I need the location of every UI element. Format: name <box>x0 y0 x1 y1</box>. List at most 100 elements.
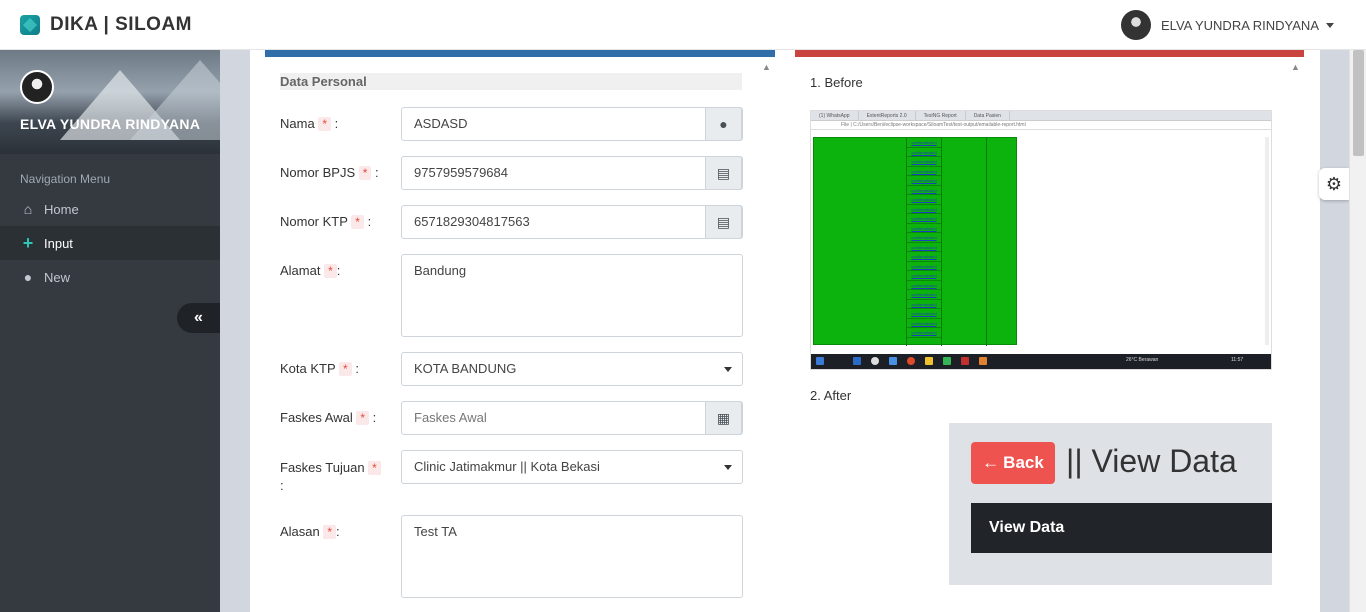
arrow-left-icon: ← <box>982 453 1000 472</box>
user-panel: ELVA YUNDRA RINDYANA <box>0 50 220 154</box>
screenshot-link-row: confirmationId <box>907 243 941 252</box>
screenshot-link-row: confirmationId <box>907 262 941 271</box>
gear-icon: ⚙ <box>1325 173 1343 194</box>
screenshot-report-table: confirmationId confirmationId confirmation… <box>813 137 1017 346</box>
sidebar-item-home[interactable]: ⌂ Home <box>0 192 220 226</box>
nama-label: Nama * : <box>280 116 339 131</box>
screenshot-divider <box>986 138 987 346</box>
screenshot-taskbar: 26°C Berawan 11:57 <box>811 354 1271 369</box>
chevron-down-icon <box>1326 22 1334 28</box>
screenshot-link-row: confirmationId <box>907 195 941 205</box>
taskbar-app-icon <box>943 357 951 365</box>
faskes-awal-field[interactable]: Faskes Awal ▦ <box>401 401 743 435</box>
screenshot-link-row: confirmationId <box>907 138 941 148</box>
alamat-label: Alamat *: <box>280 263 341 278</box>
screenshot-link-row: confirmationId <box>907 319 941 328</box>
screenshot-link-row: confirmationId <box>907 328 941 338</box>
taskbar-time: 11:57 <box>1231 357 1244 363</box>
nama-field[interactable]: ASDASD ● <box>401 107 743 141</box>
taskbar-app-icon <box>907 357 915 365</box>
page-scrollbar[interactable] <box>1349 50 1366 612</box>
after-screenshot: ← Back || View Data View Data <box>949 423 1272 585</box>
scrollbar-thumb[interactable] <box>1353 50 1364 156</box>
screenshot-link-row: confirmationId <box>907 186 941 195</box>
view-data-title: || View Data <box>1066 443 1237 479</box>
ktp-field[interactable]: 6571829304817563 ▤ <box>401 205 743 239</box>
hospital-icon: ▦ <box>705 401 742 435</box>
bpjs-field[interactable]: 9757959579684 ▤ <box>401 156 743 190</box>
user-menu[interactable]: ELVA YUNDRA RINDYANA <box>1121 10 1334 40</box>
section-title: Data Personal <box>280 73 742 90</box>
faskes-tujuan-label: Faskes Tujuan *: <box>280 459 381 495</box>
after-heading: 2. After <box>810 388 852 403</box>
alamat-textarea[interactable]: Bandung <box>401 254 743 337</box>
avatar <box>1121 10 1152 40</box>
taskbar-weather: 26°C Berawan <box>1126 357 1159 363</box>
screenshot-link-row: confirmationId <box>907 309 941 319</box>
taskbar-app-icon <box>871 357 879 365</box>
before-screenshot: (1) WhatsApp ExtentReports 2.0 TestNG Re… <box>810 110 1272 370</box>
bpjs-label: Nomor BPJS * : <box>280 165 379 180</box>
scroll-up-icon[interactable]: ▲ <box>1291 62 1300 72</box>
screenshot-scrollbar <box>1265 137 1269 345</box>
ktp-label: Nomor KTP * : <box>280 214 372 229</box>
screenshot-link-row: confirmationId <box>907 205 941 214</box>
sidebar-item-input[interactable]: + Input <box>0 226 220 260</box>
user-icon: ● <box>705 107 742 141</box>
screenshot-link-row: confirmationId <box>907 167 941 176</box>
taskbar-app-icon <box>889 357 897 365</box>
top-navbar: DIKA | SILOAM ELVA YUNDRA RINDYANA <box>0 0 1366 50</box>
home-icon: ⌂ <box>23 201 33 217</box>
brand-logo-icon <box>20 15 40 35</box>
sidebar-item-label: Input <box>44 235 73 251</box>
screenshot-link-row: confirmationId <box>907 214 941 224</box>
user-icon: ● <box>23 269 33 285</box>
sidebar-username: ELVA YUNDRA RINDYANA <box>20 116 201 132</box>
screenshot-link-row: confirmationId <box>907 290 941 300</box>
screenshot-link-row: confirmationId <box>907 300 941 309</box>
nav-header: Navigation Menu <box>20 172 111 186</box>
screenshot-link-row: confirmationId <box>907 252 941 262</box>
screenshot-link-row: confirmationId <box>907 224 941 233</box>
faskes-awal-label: Faskes Awal * : <box>280 410 377 425</box>
id-card-icon: ▤ <box>705 156 742 190</box>
screenshot-link-row: confirmationId <box>907 157 941 167</box>
screenshot-link-row: confirmationId <box>907 271 941 281</box>
sidebar: ELVA YUNDRA RINDYANA Navigation Menu ⌂ H… <box>0 50 220 612</box>
screenshot-url: File | C:/Users/Beni/eclipse-workspace/S… <box>811 121 1271 130</box>
view-data-bar: View Data <box>971 503 1272 553</box>
chevron-down-icon <box>724 465 732 470</box>
id-card-icon: ▤ <box>705 205 742 239</box>
card-accent-bar <box>265 50 775 57</box>
faskes-tujuan-select[interactable]: Clinic Jatimakmur || Kota Bekasi <box>401 450 743 484</box>
screenshot-browser-tabs: (1) WhatsApp ExtentReports 2.0 TestNG Re… <box>811 111 1271 121</box>
taskbar-app-icon <box>961 357 969 365</box>
scroll-up-icon[interactable]: ▲ <box>762 62 771 72</box>
sidebar-item-label: New <box>44 269 71 285</box>
before-heading: 1. Before <box>810 75 863 90</box>
screenshot-link-column: confirmationId confirmationId confirmation… <box>906 138 942 346</box>
kota-select[interactable]: KOTA BANDUNG <box>401 352 743 386</box>
brand-name: DIKA | SILOAM <box>50 14 192 35</box>
screenshot-link-row: confirmationId <box>907 148 941 157</box>
user-name: ELVA YUNDRA RINDYANA <box>1161 17 1319 33</box>
screenshot-link-row: confirmationId <box>907 176 941 186</box>
taskbar-app-icon <box>925 357 933 365</box>
sidebar-avatar <box>20 70 54 104</box>
sidebar-collapse-button[interactable]: « <box>177 303 220 333</box>
form-card: ▲ Data Personal Nama * : ASDASD ● Nomor … <box>250 50 775 612</box>
alasan-label: Alasan *: <box>280 524 340 539</box>
taskbar-app-icon <box>979 357 987 365</box>
plus-icon: + <box>22 232 34 253</box>
brand[interactable]: DIKA | SILOAM <box>20 14 192 36</box>
screenshot-link-row: confirmationId <box>907 281 941 290</box>
sidebar-item-label: Home <box>44 201 79 217</box>
kota-label: Kota KTP * : <box>280 361 359 376</box>
windows-icon <box>816 357 824 365</box>
sidebar-item-new[interactable]: ● New <box>0 260 220 294</box>
back-button: ← Back <box>971 442 1055 484</box>
alasan-textarea[interactable]: Test TA <box>401 515 743 598</box>
screenshot-link-row: confirmationId <box>907 233 941 243</box>
image-card: ▲ 1. Before (1) WhatsApp ExtentReports 2… <box>775 50 1320 612</box>
settings-button[interactable]: ⚙ <box>1319 168 1349 200</box>
